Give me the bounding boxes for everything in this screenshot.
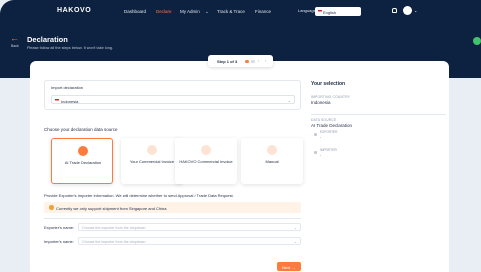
arrow-right-icon: → (291, 264, 296, 270)
nav-declare[interactable]: Declare (156, 9, 172, 14)
nav-my-admin[interactable]: My Admin (180, 9, 200, 14)
flag-icon (318, 10, 322, 13)
timeline-dot (314, 151, 317, 154)
source-heading: DATA SOURCE (311, 118, 337, 122)
step-dot-active (245, 59, 249, 63)
option-hakovo-commercial-invoice[interactable]: HAKOVO Commercial Invoice (175, 138, 237, 184)
chevron-down-icon[interactable]: ⌄ (414, 8, 417, 13)
info-icon (49, 205, 54, 210)
chevron-down-icon[interactable]: ⌄ (205, 9, 209, 15)
country-heading: IMPORTING COUNTRY (311, 95, 351, 99)
flag-icon (55, 99, 59, 102)
avatar[interactable] (403, 6, 412, 15)
country-select[interactable]: Indonesia ⌄ (51, 95, 295, 104)
exporter-selected: - (320, 135, 322, 139)
step-dot (251, 59, 255, 63)
stepper: Step 1 of 3 ‹ › (208, 55, 273, 67)
exporter-heading: EXPORTER (320, 130, 338, 134)
exporter-label: Exporter's name: (44, 225, 75, 230)
chevron-down-icon: ⌄ (287, 98, 291, 103)
next-icon[interactable]: › (265, 58, 266, 63)
option-label: Your Commercial Invoice (129, 159, 175, 164)
page-title: Declaration (27, 35, 68, 44)
logo: HAKOVO (57, 7, 92, 14)
next-button[interactable]: Next → (277, 262, 301, 271)
importer-selected: - (320, 153, 322, 157)
option-your-commercial-invoice[interactable]: Your Commercial Invoice (121, 138, 183, 184)
language-select[interactable]: English (315, 7, 361, 16)
selection-title: Your selection (311, 81, 346, 87)
source-selected: AI Trade Declaration (311, 123, 353, 128)
language-value: English (323, 9, 337, 15)
help-icon[interactable] (473, 37, 481, 45)
exporter-select[interactable]: Choose the exporter from the dropdown ⌄ (78, 223, 301, 231)
ai-icon (78, 146, 88, 156)
nav-finance[interactable]: Finance (255, 9, 271, 14)
invoice-icon (147, 145, 157, 155)
prev-icon[interactable]: ‹ (258, 58, 259, 63)
top-navbar: HAKOVO Dashboard Declare My Admin ⌄ Trac… (0, 0, 481, 22)
notice-banner: Currently we only support shipment from … (44, 202, 301, 213)
chevron-down-icon: ⌄ (293, 225, 297, 230)
page-subtitle: Please follow all the steps below. It wo… (27, 46, 113, 50)
source-title: Choose your declaration data source (44, 127, 118, 132)
notice-text: Currently we only support shipment from … (56, 205, 167, 211)
divider (44, 218, 301, 219)
back-arrow-icon[interactable]: ← (10, 33, 19, 43)
exporter-placeholder: Choose the exporter from the dropdown (82, 226, 146, 230)
back-label[interactable]: Back (11, 44, 19, 48)
document-icon (201, 145, 211, 155)
next-button-label: Next (282, 264, 291, 270)
importer-select[interactable]: Choose the importer from the dropdown ⌄ (78, 237, 301, 245)
option-manual[interactable]: Manual (241, 138, 303, 184)
nav-dashboard[interactable]: Dashboard (124, 9, 146, 14)
importer-label: Importer's name: (44, 239, 74, 244)
nav-track-trace[interactable]: Track & Trace (217, 9, 245, 14)
country-selected: Indonesia (311, 100, 331, 105)
import-label: Import declaration (51, 85, 84, 90)
importer-heading: IMPORTER (320, 148, 337, 152)
option-label: Manual (265, 159, 279, 164)
info-text: Provide Exporter's Importer information.… (44, 193, 234, 198)
language-label: Language (298, 8, 316, 13)
chevron-down-icon: ⌄ (293, 239, 297, 244)
option-label: AI Trade Declaration (64, 160, 102, 165)
country-value: Indonesia (61, 98, 79, 104)
divider (311, 114, 446, 115)
step-label: Step 1 of 3 (217, 59, 238, 64)
bell-icon[interactable] (392, 8, 397, 13)
option-label: HAKOVO Commercial Invoice (179, 159, 233, 164)
pencil-icon (267, 145, 277, 155)
app-window: HAKOVO Dashboard Declare My Admin ⌄ Trac… (0, 0, 481, 272)
timeline-dot (314, 133, 317, 136)
option-ai-trade-declaration[interactable]: AI Trade Declaration (51, 138, 113, 184)
importer-placeholder: Choose the importer from the dropdown (82, 240, 146, 244)
